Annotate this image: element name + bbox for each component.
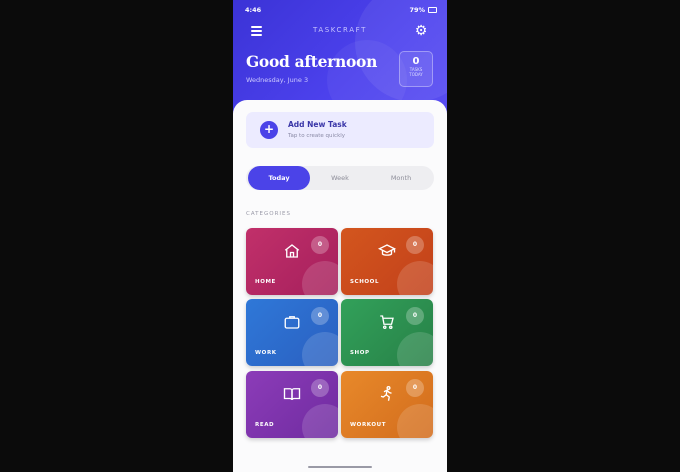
battery-icon [428, 7, 437, 13]
plus-icon[interactable]: + [260, 121, 278, 139]
top-app-bar: TASKCRAFT ⚙ [233, 20, 447, 42]
battery-percent: 79% [409, 6, 425, 14]
status-icons: 79% [409, 6, 437, 14]
category-card-shop[interactable]: 0 SHOP [341, 299, 433, 366]
status-bar: 4:46 79% [233, 4, 447, 18]
category-count: 0 [406, 379, 424, 397]
category-count: 0 [311, 307, 329, 325]
decorative-circle [397, 261, 433, 295]
greeting-title: Good afternoon [246, 52, 378, 71]
category-count: 0 [311, 236, 329, 254]
category-name: READ [255, 422, 275, 428]
add-new-task-card[interactable]: + Add New Task Tap to create quickly [246, 112, 434, 148]
tasks-today-count: 0 [412, 56, 420, 67]
decorative-circle [302, 404, 338, 438]
status-time: 4:46 [245, 6, 262, 14]
category-count: 0 [311, 379, 329, 397]
category-name: WORK [255, 350, 277, 356]
add-task-title: Add New Task [288, 120, 347, 129]
category-card-home[interactable]: 0 HOME [246, 228, 338, 295]
category-count: 0 [406, 236, 424, 254]
tasks-today-badge: 0 TASKS TODAY [399, 51, 433, 87]
content-sheet: + Add New Task Tap to create quickly Tod… [233, 100, 447, 472]
phone-screen: 4:46 79% TASKCRAFT ⚙ Good afternoon Wedn… [233, 0, 447, 472]
category-count: 0 [406, 307, 424, 325]
tab-week[interactable]: Week [309, 166, 371, 190]
current-date: Wednesday, June 3 [246, 76, 309, 84]
categories-heading: CATEGORIES [246, 211, 292, 217]
decorative-circle [397, 404, 433, 438]
decorative-circle [302, 332, 338, 366]
category-name: SHOP [350, 350, 370, 356]
category-card-work[interactable]: 0 WORK [246, 299, 338, 366]
category-card-workout[interactable]: 0 WORKOUT [341, 371, 433, 438]
period-segmented-control: Today Week Month [246, 166, 434, 190]
category-name: WORKOUT [350, 422, 387, 428]
category-card-read[interactable]: 0 READ [246, 371, 338, 438]
decorative-circle [397, 332, 433, 366]
tab-month[interactable]: Month [370, 166, 432, 190]
category-name: HOME [255, 279, 276, 285]
category-name: SCHOOL [350, 279, 380, 285]
home-indicator[interactable] [308, 466, 372, 468]
tab-today[interactable]: Today [248, 166, 310, 190]
category-card-school[interactable]: 0 SCHOOL [341, 228, 433, 295]
decorative-circle [302, 261, 338, 295]
today-label: TODAY [409, 72, 423, 77]
settings-gear-icon[interactable]: ⚙ [413, 23, 429, 39]
add-task-subtitle: Tap to create quickly [288, 133, 346, 139]
